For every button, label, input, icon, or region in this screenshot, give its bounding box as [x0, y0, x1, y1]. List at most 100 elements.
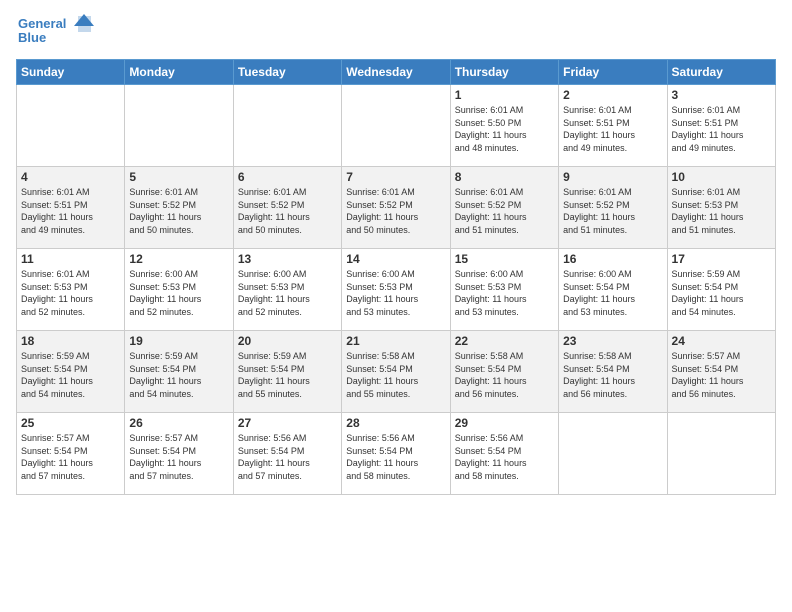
day-number: 23 — [563, 334, 662, 348]
day-number: 2 — [563, 88, 662, 102]
calendar-week: 25 Sunrise: 5:57 AM Sunset: 5:54 PM Dayli… — [17, 413, 776, 495]
day-info: Sunrise: 6:01 AM Sunset: 5:52 PM Dayligh… — [129, 186, 228, 236]
calendar-cell: 22 Sunrise: 5:58 AM Sunset: 5:54 PM Dayli… — [450, 331, 558, 413]
calendar-cell — [559, 413, 667, 495]
calendar-week: 4 Sunrise: 6:01 AM Sunset: 5:51 PM Daylig… — [17, 167, 776, 249]
day-info: Sunrise: 5:56 AM Sunset: 5:54 PM Dayligh… — [455, 432, 554, 482]
day-info: Sunrise: 5:57 AM Sunset: 5:54 PM Dayligh… — [129, 432, 228, 482]
day-number: 7 — [346, 170, 445, 184]
calendar-cell: 25Sunrise: 5:57 AM Sunset: 5:54 PM Dayli… — [17, 413, 125, 495]
calendar-cell: 2 Sunrise: 6:01 AM Sunset: 5:51 PM Daylig… — [559, 85, 667, 167]
calendar-cell: 13 Sunrise: 6:00 AM Sunset: 5:53 PM Dayli… — [233, 249, 341, 331]
day-number: 6 — [238, 170, 337, 184]
calendar-cell: 26 Sunrise: 5:57 AM Sunset: 5:54 PM Dayli… — [125, 413, 233, 495]
day-info: Sunrise: 5:59 AM Sunset: 5:54 PM Dayligh… — [129, 350, 228, 400]
day-info: Sunrise: 6:01 AM Sunset: 5:50 PM Dayligh… — [455, 104, 554, 154]
day-number: 24 — [672, 334, 771, 348]
calendar-cell: 19 Sunrise: 5:59 AM Sunset: 5:54 PM Dayli… — [125, 331, 233, 413]
logo-text: General Blue — [16, 12, 96, 53]
day-number: 16 — [563, 252, 662, 266]
day-number: 15 — [455, 252, 554, 266]
day-info: Sunrise: 6:00 AM Sunset: 5:53 PM Dayligh… — [129, 268, 228, 318]
weekday-header: Sunday — [17, 60, 125, 85]
calendar-cell: 27 Sunrise: 5:56 AM Sunset: 5:54 PM Dayli… — [233, 413, 341, 495]
weekday-header: Monday — [125, 60, 233, 85]
day-info: Sunrise: 5:58 AM Sunset: 5:54 PM Dayligh… — [346, 350, 445, 400]
calendar-cell: 21 Sunrise: 5:58 AM Sunset: 5:54 PM Dayli… — [342, 331, 450, 413]
day-number: 19 — [129, 334, 228, 348]
calendar-cell: 11 Sunrise: 6:01 AM Sunset: 5:53 PM Dayli… — [17, 249, 125, 331]
day-info: Sunrise: 5:58 AM Sunset: 5:54 PM Dayligh… — [563, 350, 662, 400]
day-info: Sunrise: 6:01 AM Sunset: 5:52 PM Dayligh… — [346, 186, 445, 236]
calendar-cell: 15 Sunrise: 6:00 AM Sunset: 5:53 PM Dayli… — [450, 249, 558, 331]
calendar-cell: 28 Sunrise: 5:56 AM Sunset: 5:54 PM Dayli… — [342, 413, 450, 495]
day-info: Sunrise: 6:01 AM Sunset: 5:52 PM Dayligh… — [238, 186, 337, 236]
calendar-cell: 12Sunrise: 6:00 AM Sunset: 5:53 PM Dayli… — [125, 249, 233, 331]
calendar-week: 11 Sunrise: 6:01 AM Sunset: 5:53 PM Dayli… — [17, 249, 776, 331]
day-info: Sunrise: 6:01 AM Sunset: 5:51 PM Dayligh… — [21, 186, 120, 236]
day-info: Sunrise: 6:01 AM Sunset: 5:52 PM Dayligh… — [455, 186, 554, 236]
logo: General Blue — [16, 12, 96, 53]
calendar-cell: 4 Sunrise: 6:01 AM Sunset: 5:51 PM Daylig… — [17, 167, 125, 249]
calendar-cell: 3Sunrise: 6:01 AM Sunset: 5:51 PM Daylig… — [667, 85, 775, 167]
weekday-header: Wednesday — [342, 60, 450, 85]
calendar-cell: 24 Sunrise: 5:57 AM Sunset: 5:54 PM Dayli… — [667, 331, 775, 413]
day-number: 1 — [455, 88, 554, 102]
day-number: 20 — [238, 334, 337, 348]
weekday-header: Friday — [559, 60, 667, 85]
calendar-cell: 6 Sunrise: 6:01 AM Sunset: 5:52 PM Daylig… — [233, 167, 341, 249]
day-info: Sunrise: 6:00 AM Sunset: 5:53 PM Dayligh… — [455, 268, 554, 318]
day-info: Sunrise: 5:56 AM Sunset: 5:54 PM Dayligh… — [238, 432, 337, 482]
day-number: 11 — [21, 252, 120, 266]
day-number: 4 — [21, 170, 120, 184]
day-info: Sunrise: 5:56 AM Sunset: 5:54 PM Dayligh… — [346, 432, 445, 482]
day-number: 9 — [563, 170, 662, 184]
svg-text:Blue: Blue — [18, 30, 46, 45]
day-number: 29 — [455, 416, 554, 430]
calendar-week: 18 Sunrise: 5:59 AM Sunset: 5:54 PM Dayli… — [17, 331, 776, 413]
page: General Blue SundayMondayTuesdayWednesda… — [0, 0, 792, 503]
header-row: SundayMondayTuesdayWednesdayThursdayFrid… — [17, 60, 776, 85]
day-number: 28 — [346, 416, 445, 430]
day-number: 21 — [346, 334, 445, 348]
calendar-cell: 8 Sunrise: 6:01 AM Sunset: 5:52 PM Daylig… — [450, 167, 558, 249]
day-info: Sunrise: 6:01 AM Sunset: 5:51 PM Dayligh… — [563, 104, 662, 154]
calendar-cell: 16 Sunrise: 6:00 AM Sunset: 5:54 PM Dayli… — [559, 249, 667, 331]
calendar-cell: 5 Sunrise: 6:01 AM Sunset: 5:52 PM Daylig… — [125, 167, 233, 249]
day-number: 10 — [672, 170, 771, 184]
calendar-week: 1 Sunrise: 6:01 AM Sunset: 5:50 PM Daylig… — [17, 85, 776, 167]
day-number: 27 — [238, 416, 337, 430]
calendar-cell: 10 Sunrise: 6:01 AM Sunset: 5:53 PM Dayli… — [667, 167, 775, 249]
calendar-cell — [233, 85, 341, 167]
day-info: Sunrise: 5:58 AM Sunset: 5:54 PM Dayligh… — [455, 350, 554, 400]
calendar-cell: 14Sunrise: 6:00 AM Sunset: 5:53 PM Dayli… — [342, 249, 450, 331]
day-number: 8 — [455, 170, 554, 184]
calendar-cell: 9 Sunrise: 6:01 AM Sunset: 5:52 PM Daylig… — [559, 167, 667, 249]
day-info: Sunrise: 6:01 AM Sunset: 5:53 PM Dayligh… — [672, 186, 771, 236]
weekday-header: Thursday — [450, 60, 558, 85]
day-info: Sunrise: 5:59 AM Sunset: 5:54 PM Dayligh… — [21, 350, 120, 400]
day-info: Sunrise: 6:00 AM Sunset: 5:53 PM Dayligh… — [238, 268, 337, 318]
calendar-cell — [17, 85, 125, 167]
day-info: Sunrise: 6:01 AM Sunset: 5:53 PM Dayligh… — [21, 268, 120, 318]
header: General Blue — [16, 12, 776, 53]
day-number: 18 — [21, 334, 120, 348]
svg-text:General: General — [18, 16, 66, 31]
calendar-cell — [667, 413, 775, 495]
day-info: Sunrise: 6:01 AM Sunset: 5:52 PM Dayligh… — [563, 186, 662, 236]
day-number: 22 — [455, 334, 554, 348]
day-number: 13 — [238, 252, 337, 266]
day-number: 26 — [129, 416, 228, 430]
day-number: 14 — [346, 252, 445, 266]
day-info: Sunrise: 6:00 AM Sunset: 5:54 PM Dayligh… — [563, 268, 662, 318]
day-info: Sunrise: 5:57 AM Sunset: 5:54 PM Dayligh… — [672, 350, 771, 400]
day-info: Sunrise: 5:59 AM Sunset: 5:54 PM Dayligh… — [672, 268, 771, 318]
day-info: Sunrise: 5:59 AM Sunset: 5:54 PM Dayligh… — [238, 350, 337, 400]
calendar-cell: 20 Sunrise: 5:59 AM Sunset: 5:54 PM Dayli… — [233, 331, 341, 413]
calendar-cell: 7 Sunrise: 6:01 AM Sunset: 5:52 PM Daylig… — [342, 167, 450, 249]
day-number: 17 — [672, 252, 771, 266]
weekday-header: Saturday — [667, 60, 775, 85]
day-number: 25 — [21, 416, 120, 430]
day-number: 5 — [129, 170, 228, 184]
day-info: Sunrise: 6:01 AM Sunset: 5:51 PM Dayligh… — [672, 104, 771, 154]
